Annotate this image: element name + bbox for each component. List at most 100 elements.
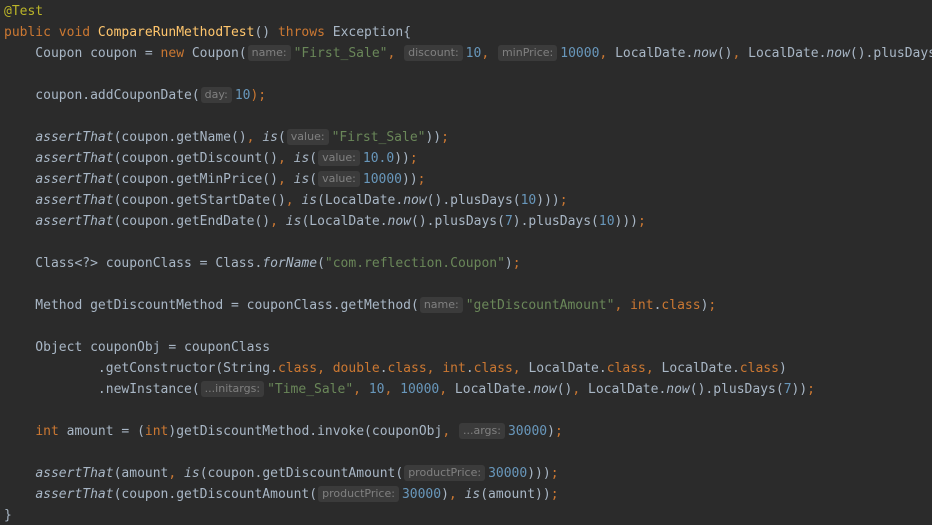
code-token: now bbox=[533, 382, 557, 397]
code-line[interactable]: int amount = (int)getDiscountMethod.invo… bbox=[4, 421, 563, 442]
code-token: Coupon( bbox=[191, 46, 247, 61]
code-token: ().plusDays( bbox=[689, 382, 784, 397]
code-token: (coupon.getName() bbox=[113, 130, 247, 145]
code-token: now bbox=[387, 214, 412, 229]
code-token: ( bbox=[317, 256, 325, 271]
code-line[interactable]: } bbox=[4, 505, 12, 525]
parameter-hint: value: bbox=[286, 129, 329, 145]
code-token: public void bbox=[4, 25, 98, 40]
code-token: , bbox=[277, 151, 294, 166]
code-token: amount = ( bbox=[66, 424, 145, 439]
code-token: 30000 bbox=[507, 424, 548, 439]
code-token: ; bbox=[550, 466, 559, 481]
code-line[interactable]: Method getDiscountMethod = couponClass.g… bbox=[4, 295, 716, 316]
code-token: "First_Sale" bbox=[293, 46, 388, 61]
code-line[interactable]: assertThat(coupon.getDiscountAmount(prod… bbox=[4, 484, 559, 505]
code-token: Coupon coupon = bbox=[4, 46, 161, 61]
code-token: , bbox=[277, 172, 294, 187]
code-token: now bbox=[826, 46, 850, 61]
parameter-hint: value: bbox=[318, 171, 360, 187]
code-token: , bbox=[168, 466, 185, 481]
code-token: new bbox=[160, 46, 192, 61]
code-editor[interactable]: @Test public void CompareRunMethodTest() … bbox=[0, 0, 932, 525]
code-token: , bbox=[614, 298, 631, 313]
code-token: LocalDate. bbox=[588, 382, 667, 397]
code-token: (amount bbox=[113, 466, 169, 481]
code-token: class bbox=[387, 361, 427, 376]
code-token: ().plusDays( bbox=[426, 193, 521, 208]
code-token: ().plusDays( bbox=[849, 46, 932, 61]
code-token: , bbox=[317, 361, 333, 376]
code-line[interactable]: public void CompareRunMethodTest() throw… bbox=[4, 22, 411, 43]
code-token: 10000 bbox=[362, 172, 403, 187]
code-token: 10.0 bbox=[362, 151, 395, 166]
code-line[interactable]: assertThat(coupon.getMinPrice(), is(valu… bbox=[4, 169, 426, 190]
code-token: ; bbox=[417, 172, 426, 187]
code-token: , bbox=[246, 130, 263, 145]
code-token: "Time_Sale" bbox=[267, 382, 354, 397]
code-token: (amount)) bbox=[480, 487, 551, 502]
code-token: now bbox=[666, 382, 690, 397]
code-token: now bbox=[693, 46, 717, 61]
code-token: 10 bbox=[520, 193, 537, 208]
code-line[interactable]: Class<?> couponClass = Class.forName("co… bbox=[4, 253, 520, 274]
code-token: (coupon.getStartDate() bbox=[113, 193, 286, 208]
code-line[interactable]: Coupon coupon = new Coupon(name: "First_S… bbox=[4, 43, 932, 64]
code-line[interactable]: assertThat(coupon.getName(), is(value: "F… bbox=[4, 127, 449, 148]
code-token: ( bbox=[309, 151, 318, 166]
code-line[interactable]: Object couponObj = couponClass bbox=[4, 337, 270, 358]
code-token: () bbox=[716, 46, 733, 61]
code-token: 10000 bbox=[400, 382, 440, 397]
code-token: ; bbox=[550, 487, 559, 502]
code-line[interactable]: assertThat(amount, is(coupon.getDiscount… bbox=[4, 463, 559, 484]
code-token: "getDiscountAmount" bbox=[465, 298, 615, 313]
code-token: , bbox=[599, 46, 616, 61]
code-line[interactable]: coupon.addCouponDate(day: 10); bbox=[4, 85, 266, 106]
code-token: , bbox=[387, 46, 404, 61]
code-token: "com.reflection.Coupon" bbox=[324, 256, 505, 271]
code-line[interactable]: .newInstance(...initargs: "Time_Sale", 10… bbox=[4, 379, 815, 400]
code-token: ; bbox=[409, 151, 418, 166]
code-token: } bbox=[4, 508, 12, 523]
code-token: , bbox=[285, 193, 302, 208]
code-token: , bbox=[481, 46, 497, 61]
code-line[interactable]: assertThat(coupon.getEndDate(), is(Local… bbox=[4, 211, 646, 232]
code-token: class bbox=[661, 298, 701, 313]
code-token: ; bbox=[807, 382, 815, 397]
code-token: 10 bbox=[598, 214, 615, 229]
code-token: ().plusDays( bbox=[411, 214, 505, 229]
code-token: , bbox=[270, 214, 286, 229]
code-token: 10 bbox=[234, 88, 251, 103]
code-token: ) bbox=[441, 487, 449, 502]
code-token: assertThat bbox=[35, 466, 114, 481]
code-token: ))) bbox=[536, 193, 560, 208]
code-line[interactable]: .getConstructor(String.class, double.cla… bbox=[4, 358, 787, 379]
code-line[interactable]: assertThat(coupon.getStartDate(), is(Loc… bbox=[4, 190, 568, 211]
code-token: ; bbox=[559, 193, 568, 208]
code-token: @Test bbox=[4, 4, 44, 19]
code-line[interactable]: @Test bbox=[4, 1, 43, 22]
parameter-hint: ...args: bbox=[458, 423, 505, 439]
parameter-hint: minPrice: bbox=[497, 45, 558, 61]
code-token: assertThat bbox=[35, 487, 114, 502]
code-token: class bbox=[739, 361, 779, 376]
parameter-hint: day: bbox=[200, 87, 232, 103]
code-token: 7 bbox=[504, 214, 513, 229]
code-token: (coupon.getDiscountAmount( bbox=[199, 466, 404, 481]
code-token: ) bbox=[547, 424, 555, 439]
code-token: is bbox=[285, 214, 302, 229]
code-token: int bbox=[442, 361, 466, 376]
code-token: () bbox=[556, 382, 573, 397]
code-token: class bbox=[277, 361, 318, 376]
code-token: (LocalDate. bbox=[301, 214, 388, 229]
code-token: double bbox=[332, 361, 380, 376]
code-token: LocalDate. bbox=[661, 361, 740, 376]
code-token: is bbox=[262, 130, 278, 145]
code-token: .getConstructor(String. bbox=[4, 361, 278, 376]
code-line[interactable]: assertThat(coupon.getDiscount(), is(valu… bbox=[4, 148, 418, 169]
